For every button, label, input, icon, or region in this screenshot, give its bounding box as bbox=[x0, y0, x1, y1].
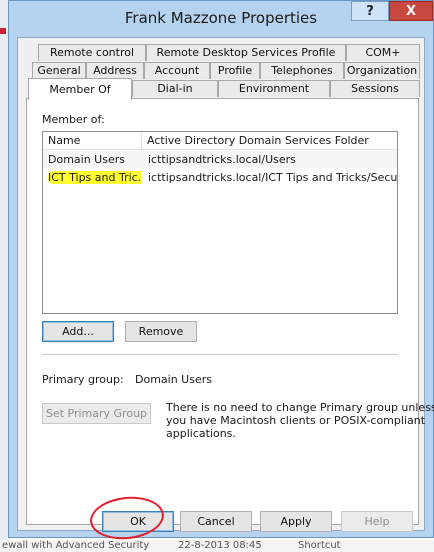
background-window-edge bbox=[0, 0, 8, 552]
tab-dial-in[interactable]: Dial-in bbox=[132, 80, 218, 97]
background-marker bbox=[0, 28, 6, 34]
background-file-type: Shortcut bbox=[298, 540, 341, 551]
tab-address[interactable]: Address bbox=[86, 62, 144, 79]
cancel-button[interactable]: Cancel bbox=[180, 511, 252, 532]
yellow-highlight: ICT Tips and Tric... bbox=[48, 171, 141, 184]
separator bbox=[42, 354, 398, 355]
title-bar[interactable]: Frank Mazzone Properties ? X bbox=[9, 1, 433, 37]
tab-remote-control[interactable]: Remote control bbox=[38, 44, 146, 61]
tab-telephones[interactable]: Telephones bbox=[260, 62, 344, 79]
column-header-folder[interactable]: Active Directory Domain Services Folder bbox=[141, 132, 397, 150]
member-of-label: Member of: bbox=[42, 113, 105, 126]
tab-general[interactable]: General bbox=[32, 62, 86, 79]
primary-group-label: Primary group: bbox=[42, 373, 124, 386]
properties-dialog: Frank Mazzone Properties ? X Remote cont… bbox=[8, 0, 434, 538]
dialog-client-area: Remote control Remote Desktop Services P… bbox=[17, 37, 434, 531]
primary-group-note-line-1: There is no need to change Primary group… bbox=[166, 401, 434, 414]
group-folder-cell: icttipsandtricks.local/Users bbox=[148, 153, 296, 166]
background-file-name: ewall with Advanced Security bbox=[2, 540, 150, 551]
group-name-cell: ICT Tips and Tric... bbox=[45, 169, 141, 186]
primary-group-note-line-3: applications. bbox=[166, 427, 236, 440]
group-name-cell: Domain Users bbox=[48, 153, 125, 166]
set-primary-group-button[interactable]: Set Primary Group bbox=[42, 403, 151, 424]
remove-button[interactable]: Remove bbox=[125, 321, 197, 342]
primary-group-note-line-2: you have Macintosh clients or POSIX-comp… bbox=[166, 414, 426, 427]
help-button[interactable]: Help bbox=[341, 511, 413, 532]
tab-member-of[interactable]: Member Of bbox=[28, 78, 132, 100]
list-item[interactable]: Domain Users icttipsandtricks.local/User… bbox=[43, 151, 397, 168]
list-header: Name Active Directory Domain Services Fo… bbox=[43, 132, 397, 150]
tab-profile[interactable]: Profile bbox=[210, 62, 260, 79]
tab-com-plus[interactable]: COM+ bbox=[346, 44, 420, 61]
help-title-button[interactable]: ? bbox=[351, 1, 389, 21]
tab-sessions[interactable]: Sessions bbox=[330, 80, 420, 97]
group-membership-list[interactable]: Name Active Directory Domain Services Fo… bbox=[42, 131, 398, 314]
list-item[interactable]: ICT Tips and Tric... icttipsandtricks.lo… bbox=[43, 169, 397, 186]
tab-environment[interactable]: Environment bbox=[218, 80, 330, 97]
add-button[interactable]: Add... bbox=[42, 321, 114, 342]
apply-button[interactable]: Apply bbox=[260, 511, 332, 532]
member-of-panel: Member of: Name Active Directory Domain … bbox=[26, 98, 434, 525]
tab-organization[interactable]: Organization bbox=[344, 62, 420, 79]
primary-group-value: Domain Users bbox=[135, 373, 212, 386]
close-icon[interactable]: X bbox=[389, 1, 433, 21]
group-folder-cell: icttipsandtricks.local/ICT Tips and Tric… bbox=[148, 171, 397, 184]
column-header-name[interactable]: Name bbox=[43, 132, 141, 150]
background-file-date: 22-8-2013 08:45 bbox=[178, 540, 262, 551]
tab-account[interactable]: Account bbox=[144, 62, 210, 79]
tab-remote-desktop-services-profile[interactable]: Remote Desktop Services Profile bbox=[146, 44, 346, 61]
